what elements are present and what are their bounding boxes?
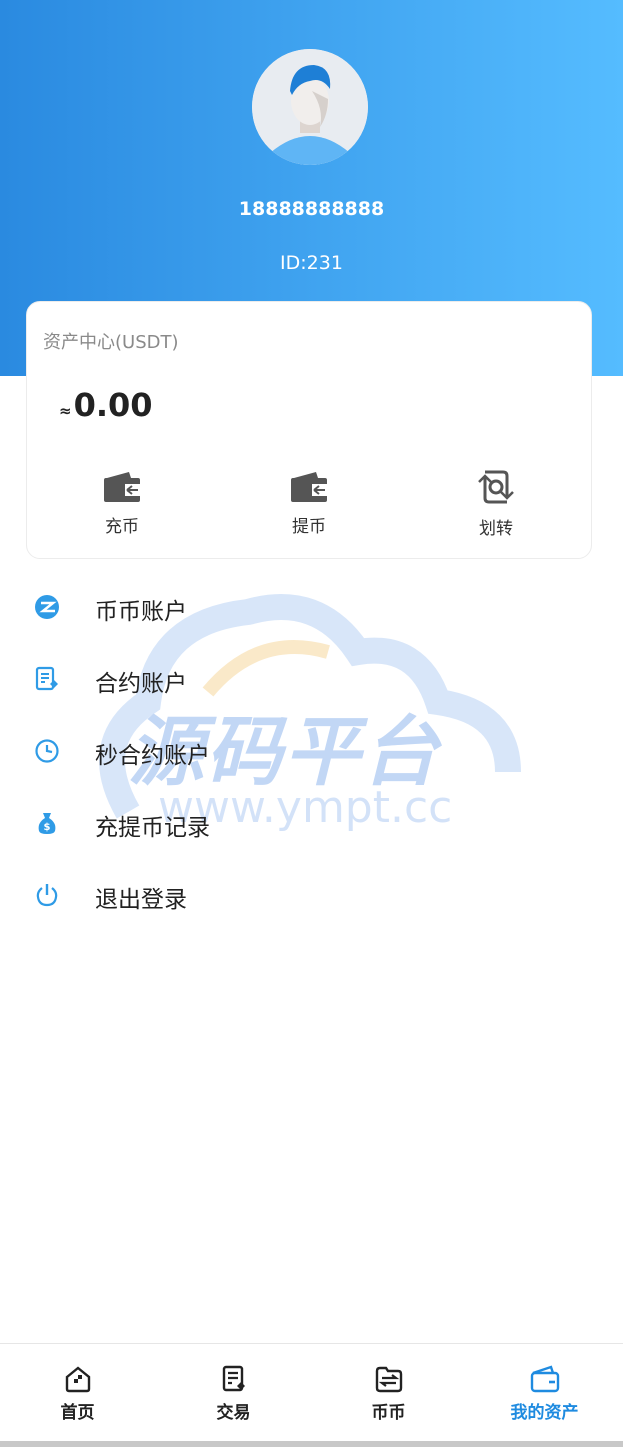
menu-label: 充提币记录 — [95, 815, 210, 841]
menu-label: 退出登录 — [95, 887, 187, 913]
home-indicator-strip — [0, 1441, 623, 1447]
svg-text:$: $ — [44, 822, 51, 833]
wallet-icon — [291, 472, 327, 502]
balance-value: 0.00 — [73, 386, 153, 424]
avatar[interactable] — [252, 49, 368, 165]
asset-center-card: 资产中心(USDT) ≈0.00 充币 提币 划转 — [26, 301, 592, 559]
wallet-icon — [530, 1365, 559, 1393]
transfer-label: 划转 — [479, 519, 513, 539]
tab-my-assets[interactable]: 我的资产 — [467, 1344, 622, 1442]
withdraw-button[interactable]: 提币 — [254, 470, 364, 537]
tab-label: 币币 — [371, 1403, 406, 1423]
tab-trade[interactable]: 交易 — [156, 1344, 311, 1442]
contract-document-icon — [35, 666, 58, 691]
menu-item-spot-account[interactable]: 币币账户 — [0, 571, 623, 643]
menu-item-deposit-withdraw-records[interactable]: $ 充提币记录 — [0, 787, 623, 859]
balance: ≈0.00 — [59, 386, 153, 424]
menu-item-contract-account[interactable]: 合约账户 — [0, 643, 623, 715]
transfer-icon — [478, 470, 514, 504]
transfer-button[interactable]: 划转 — [441, 470, 551, 539]
menu-item-seconds-contract-account[interactable]: 秒合约账户 — [0, 715, 623, 787]
tab-label: 首页 — [60, 1403, 95, 1423]
coin-account-icon — [35, 595, 59, 619]
tab-label: 交易 — [216, 1403, 251, 1423]
trade-icon — [222, 1365, 245, 1392]
menu-item-logout[interactable]: 退出登录 — [0, 859, 623, 931]
power-icon — [36, 884, 58, 907]
exchange-folder-icon — [375, 1366, 402, 1393]
withdraw-label: 提币 — [292, 517, 326, 537]
tab-home[interactable]: 首页 — [0, 1344, 155, 1442]
user-avatar-icon — [252, 49, 368, 165]
menu-label: 合约账户 — [95, 671, 187, 697]
approx-sign: ≈ — [59, 402, 72, 420]
deposit-label: 充币 — [105, 517, 139, 537]
user-phone: 18888888888 — [238, 198, 385, 220]
tab-spot[interactable]: 币币 — [311, 1344, 466, 1442]
user-id: ID:231 — [280, 252, 343, 274]
menu-label: 币币账户 — [95, 599, 187, 625]
wallet-icon — [104, 472, 140, 502]
account-menu: 币币账户 合约账户 秒合约账户 $ 充提币记录 退出登录 — [0, 571, 623, 931]
clock-icon — [35, 739, 59, 763]
bottom-tab-bar: 首页 交易 币币 我的资产 — [0, 1343, 623, 1442]
deposit-button[interactable]: 充币 — [67, 470, 177, 537]
asset-center-title: 资产中心(USDT) — [43, 332, 179, 353]
tab-label: 我的资产 — [510, 1403, 579, 1423]
home-icon — [65, 1366, 90, 1393]
menu-label: 秒合约账户 — [95, 743, 210, 769]
money-bag-icon: $ — [38, 813, 56, 834]
